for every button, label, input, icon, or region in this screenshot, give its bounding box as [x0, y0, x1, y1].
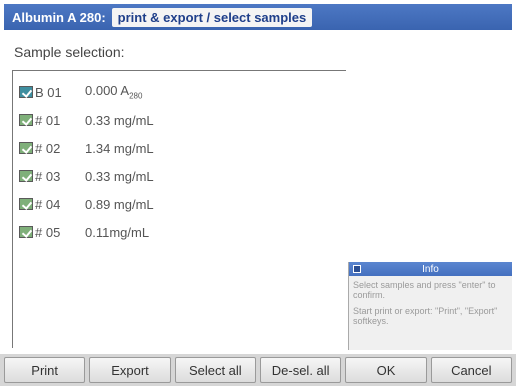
sample-value: 0.000 A280	[85, 83, 143, 101]
list-item[interactable]: # 05 0.11mg/mL	[19, 221, 149, 243]
list-item[interactable]: # 04 0.89 mg/mL	[19, 193, 154, 215]
sample-list: B 01 0.000 A280 # 01 0.33 mg/mL # 02 1.3…	[12, 70, 346, 348]
info-header: Info	[349, 262, 512, 276]
sample-value: 0.33 mg/mL	[85, 168, 154, 184]
sample-id: # 02	[35, 140, 61, 156]
softkey-bar: Print Export Select all De-sel. all OK C…	[0, 354, 516, 386]
sample-id: # 04	[35, 196, 61, 212]
sample-value: 1.34 mg/mL	[85, 140, 154, 156]
list-item-blank[interactable]: B 01 0.000 A280	[19, 81, 142, 103]
checkbox[interactable]	[19, 170, 33, 182]
screen-title: print & export / select samples	[111, 7, 313, 27]
export-button[interactable]: Export	[89, 357, 171, 383]
section-label: Sample selection:	[14, 44, 125, 60]
sample-value: 0.89 mg/mL	[85, 196, 154, 212]
list-item[interactable]: # 02 1.34 mg/mL	[19, 137, 154, 159]
cancel-button[interactable]: Cancel	[430, 357, 512, 383]
info-panel: Info Select samples and press "enter" to…	[348, 262, 512, 350]
select-all-button[interactable]: Select all	[174, 357, 256, 383]
sample-id: B 01	[35, 84, 62, 100]
checkbox[interactable]	[19, 86, 33, 98]
checkbox[interactable]	[19, 226, 33, 238]
sample-value: 0.33 mg/mL	[85, 112, 154, 128]
sample-id: # 03	[35, 168, 61, 184]
sample-id: # 05	[35, 224, 61, 240]
sample-value: 0.11mg/mL	[85, 224, 150, 240]
checkbox[interactable]	[19, 198, 33, 210]
info-title: Info	[422, 263, 439, 275]
info-text-2: Start print or export: "Print", "Export"…	[353, 306, 498, 326]
app-title: Albumin A 280:	[12, 9, 106, 25]
print-button[interactable]: Print	[4, 357, 86, 383]
sample-id: # 01	[35, 112, 61, 128]
ok-button[interactable]: OK	[345, 357, 427, 383]
info-text-1: Select samples and press "enter" to conf…	[353, 280, 496, 300]
deselect-all-button[interactable]: De-sel. all	[259, 357, 342, 383]
list-item[interactable]: # 03 0.33 mg/mL	[19, 165, 154, 187]
title-bar: Albumin A 280: print & export / select s…	[4, 4, 512, 30]
checkbox[interactable]	[19, 114, 33, 126]
checkbox[interactable]	[19, 142, 33, 154]
list-item[interactable]: # 01 0.33 mg/mL	[19, 109, 154, 131]
